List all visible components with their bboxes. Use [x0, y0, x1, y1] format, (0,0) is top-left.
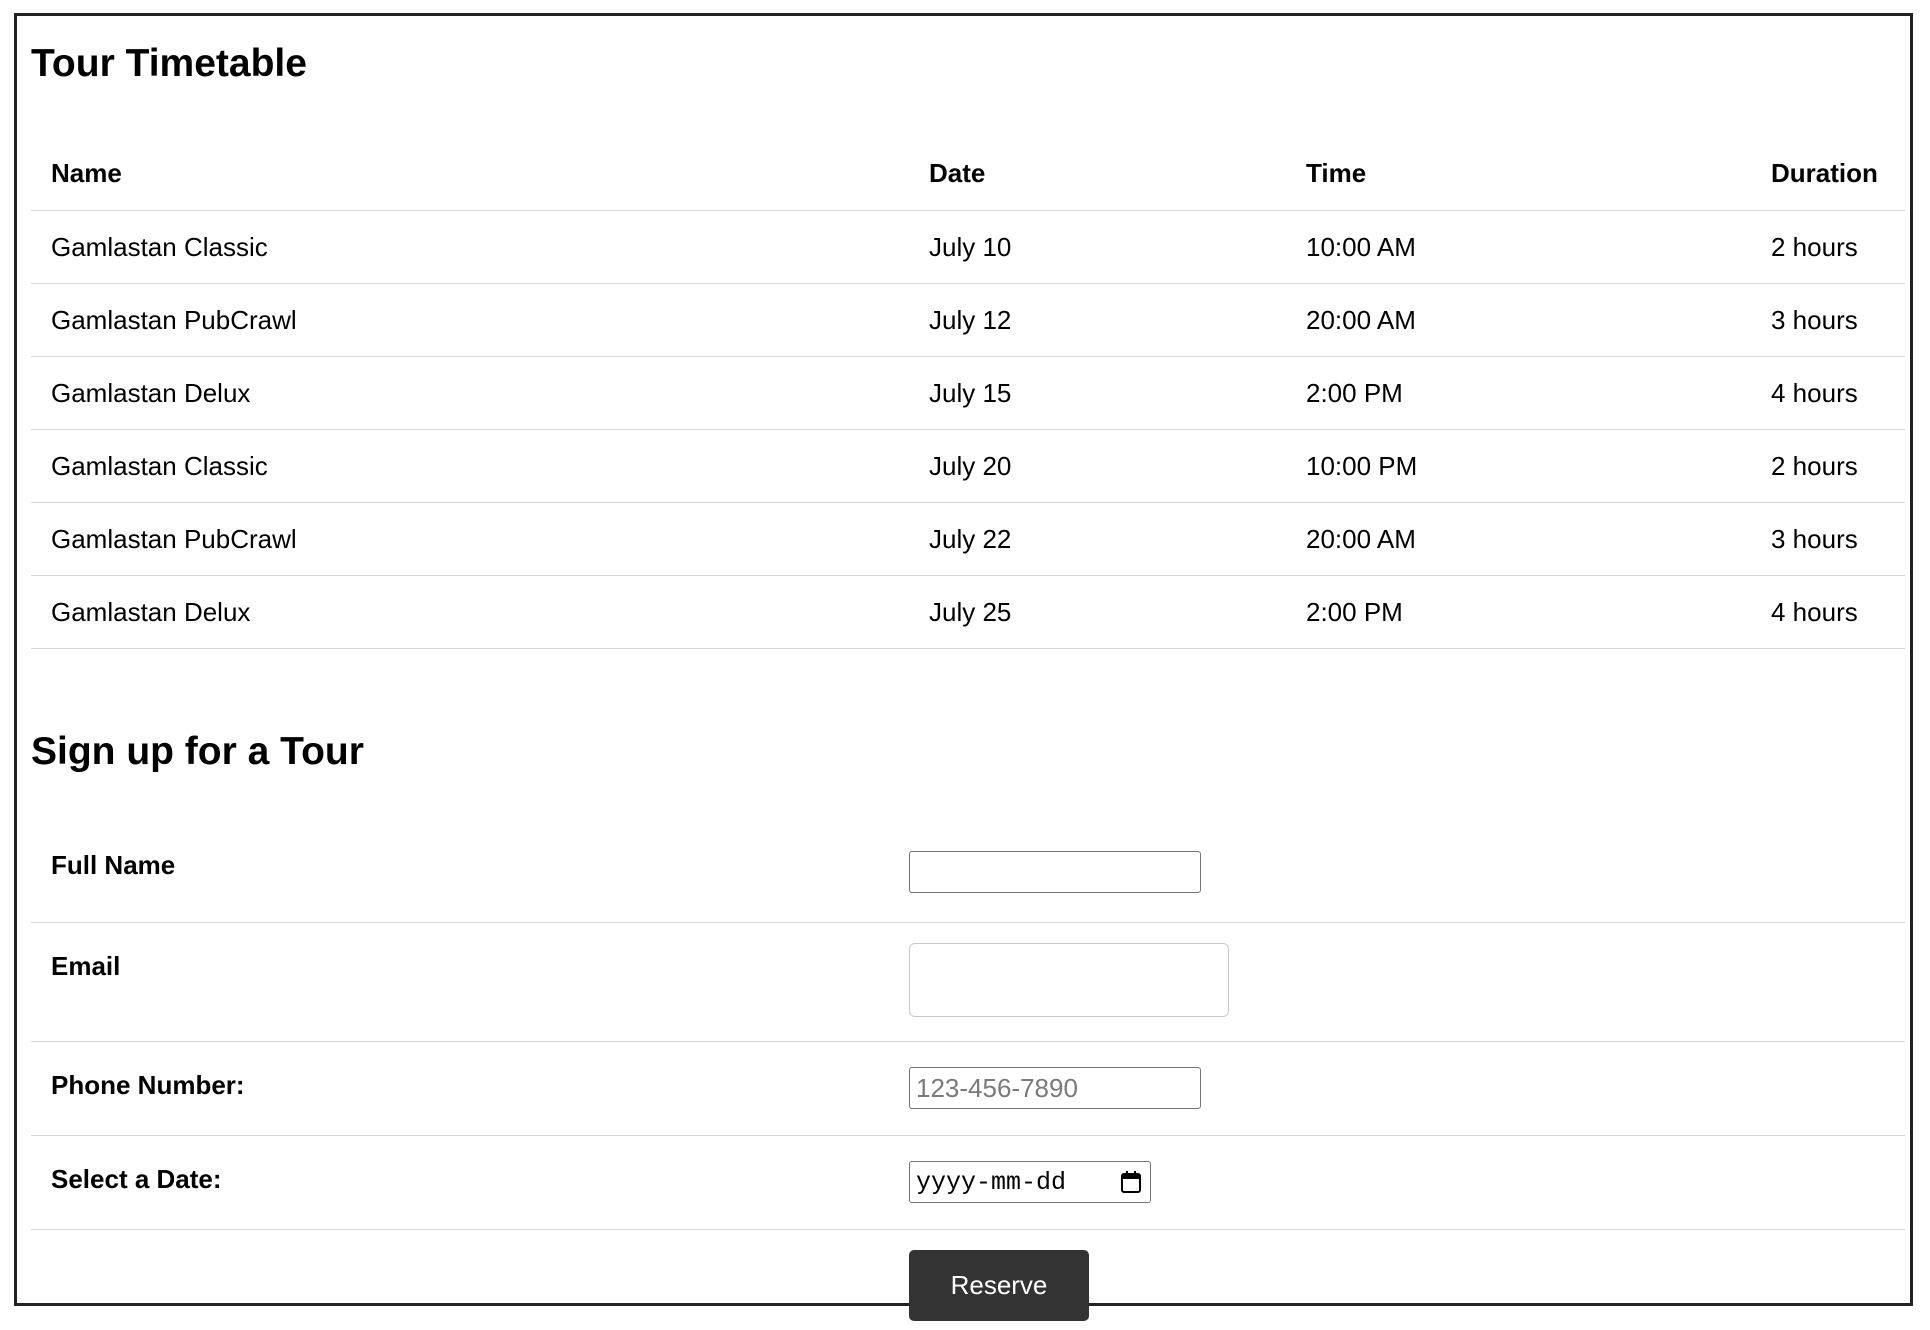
tour-name-cell: Gamlastan Delux — [31, 357, 909, 430]
signup-title: Sign up for a Tour — [31, 732, 364, 771]
tour-name-cell: Gamlastan Classic — [31, 211, 909, 284]
tour-duration-cell: 4 hours — [1751, 357, 1905, 430]
timetable-header-row: Name Date Time Duration — [31, 137, 1905, 211]
full-name-input[interactable] — [909, 851, 1201, 893]
tour-time-cell: 10:00 AM — [1286, 211, 1751, 284]
tour-name-cell: Gamlastan Classic — [31, 430, 909, 503]
form-row-phone: Phone Number: — [31, 1042, 1905, 1136]
timetable-title: Tour Timetable — [31, 44, 307, 83]
timetable-table: Name Date Time Duration Gamlastan Classi… — [31, 137, 1905, 649]
tour-time-cell: 20:00 AM — [1286, 284, 1751, 357]
phone-input[interactable] — [909, 1067, 1201, 1109]
column-header-date: Date — [909, 137, 1286, 211]
tour-time-cell: 10:00 PM — [1286, 430, 1751, 503]
form-row-submit: Reserve — [31, 1230, 1905, 1330]
table-row: Gamlastan Classic July 20 10:00 PM 2 hou… — [31, 430, 1905, 503]
tour-name-cell: Gamlastan PubCrawl — [31, 503, 909, 576]
tour-duration-cell: 4 hours — [1751, 576, 1905, 649]
date-label: Select a Date: — [51, 1136, 909, 1195]
form-row-full-name: Full Name — [31, 822, 1905, 923]
email-input[interactable] — [909, 943, 1229, 1017]
tour-duration-cell: 3 hours — [1751, 503, 1905, 576]
form-row-date: Select a Date: yyyy-mm-dd — [31, 1136, 1905, 1230]
tour-duration-cell: 3 hours — [1751, 284, 1905, 357]
tour-time-cell: 2:00 PM — [1286, 576, 1751, 649]
tour-date-cell: July 15 — [909, 357, 1286, 430]
table-row: Gamlastan PubCrawl July 12 20:00 AM 3 ho… — [31, 284, 1905, 357]
full-name-label: Full Name — [51, 822, 909, 881]
table-row: Gamlastan Delux July 25 2:00 PM 4 hours — [31, 576, 1905, 649]
page-frame: Tour Timetable Name Date Time Duration G… — [14, 13, 1913, 1306]
signup-form: Full Name Email Phone Number: — [31, 822, 1905, 1330]
tour-date-cell: July 10 — [909, 211, 1286, 284]
column-header-time: Time — [1286, 137, 1751, 211]
table-row: Gamlastan Delux July 15 2:00 PM 4 hours — [31, 357, 1905, 430]
column-header-duration: Duration — [1751, 137, 1905, 211]
tour-time-cell: 20:00 AM — [1286, 503, 1751, 576]
tour-name-cell: Gamlastan Delux — [31, 576, 909, 649]
tour-date-cell: July 22 — [909, 503, 1286, 576]
reserve-button[interactable]: Reserve — [909, 1250, 1089, 1321]
phone-label: Phone Number: — [51, 1042, 909, 1101]
form-row-email: Email — [31, 923, 1905, 1042]
tour-duration-cell: 2 hours — [1751, 430, 1905, 503]
column-header-name: Name — [31, 137, 909, 211]
tour-date-cell: July 25 — [909, 576, 1286, 649]
tour-duration-cell: 2 hours — [1751, 211, 1905, 284]
date-input[interactable]: yyyy-mm-dd — [909, 1161, 1151, 1203]
table-row: Gamlastan Classic July 10 10:00 AM 2 hou… — [31, 211, 1905, 284]
tour-name-cell: Gamlastan PubCrawl — [31, 284, 909, 357]
date-placeholder: yyyy-mm-dd — [916, 1168, 1066, 1197]
tour-date-cell: July 12 — [909, 284, 1286, 357]
email-label: Email — [51, 923, 909, 982]
calendar-icon[interactable] — [1120, 1170, 1142, 1194]
tour-date-cell: July 20 — [909, 430, 1286, 503]
tour-time-cell: 2:00 PM — [1286, 357, 1751, 430]
table-row: Gamlastan PubCrawl July 22 20:00 AM 3 ho… — [31, 503, 1905, 576]
